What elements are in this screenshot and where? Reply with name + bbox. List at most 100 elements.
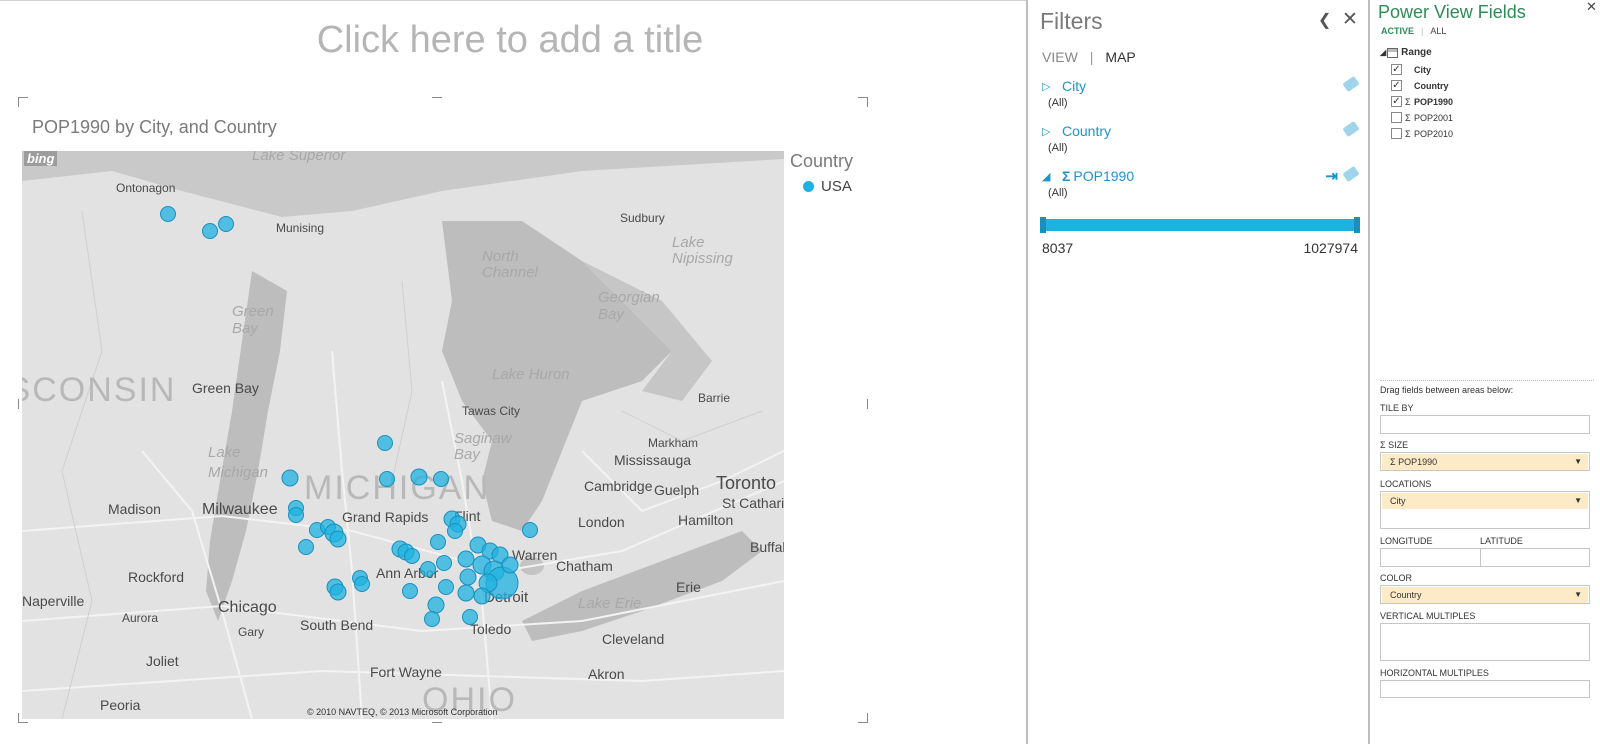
city-bubble[interactable]: [424, 611, 440, 627]
field-checkbox[interactable]: ✓: [1391, 80, 1402, 91]
size-field-chip[interactable]: Σ POP1990 ▼: [1382, 454, 1588, 470]
report-canvas: Click here to add a title POP1990 by Cit…: [0, 0, 1026, 744]
field-checkbox[interactable]: ✓: [1391, 64, 1402, 75]
field-name: POP1990: [1414, 96, 1454, 107]
sigma-icon: Σ: [1380, 440, 1389, 450]
city-bubble[interactable]: [420, 561, 436, 577]
city-bubble[interactable]: [501, 556, 519, 574]
tab-all[interactable]: ALL: [1430, 26, 1446, 36]
tile-by-drop-zone[interactable]: [1380, 415, 1590, 434]
city-bubble[interactable]: [404, 548, 420, 564]
filter-field-name[interactable]: Country: [1062, 123, 1111, 139]
tab-active[interactable]: ACTIVE: [1381, 26, 1414, 36]
range-slider[interactable]: [1040, 217, 1360, 233]
size-drop-zone[interactable]: Σ POP1990 ▼: [1380, 452, 1590, 471]
city-bubbles[interactable]: [22, 151, 784, 719]
city-bubble[interactable]: [288, 507, 304, 523]
advanced-filter-icon[interactable]: ⇥: [1325, 167, 1338, 185]
tab-map[interactable]: MAP: [1105, 49, 1135, 65]
field-row-pop1990[interactable]: ✓ Σ POP1990: [1391, 95, 1453, 108]
table-icon: [1387, 47, 1399, 58]
filter-field-name[interactable]: City: [1062, 78, 1086, 94]
city-bubble[interactable]: [436, 555, 452, 571]
range-max-handle[interactable]: [1354, 217, 1360, 233]
resize-handle-right[interactable]: [867, 399, 868, 409]
city-bubble[interactable]: [202, 223, 218, 239]
filters-pane: Filters ❮ ✕ VIEW | MAP ▷ City (All) ▷ Co…: [1026, 0, 1370, 744]
city-bubble[interactable]: [160, 206, 176, 222]
city-bubble[interactable]: [329, 530, 347, 548]
city-bubble[interactable]: [459, 568, 477, 586]
area-label-horizontal-multiples: HORIZONTAL MULTIPLES: [1380, 668, 1489, 678]
tab-separator: |: [1089, 49, 1094, 65]
city-bubble[interactable]: [430, 534, 446, 550]
report-title-placeholder[interactable]: Click here to add a title: [300, 19, 720, 62]
chevron-left-icon[interactable]: ❮: [1318, 10, 1331, 30]
legend-item[interactable]: USA: [790, 178, 866, 195]
field-row-pop2001[interactable]: Σ POP2001: [1391, 111, 1453, 124]
color-drop-zone[interactable]: Country ▼: [1380, 585, 1590, 604]
city-bubble[interactable]: [462, 609, 478, 625]
city-bubble[interactable]: [427, 596, 445, 614]
resize-handle-top-right[interactable]: [858, 97, 868, 107]
collapse-triangle-icon[interactable]: ◢: [1380, 48, 1386, 57]
filter-city[interactable]: ▷ City (All): [1042, 75, 1360, 109]
city-bubble[interactable]: [457, 584, 475, 602]
chevron-down-icon[interactable]: ▼: [1574, 587, 1582, 603]
horizontal-multiples-drop-zone[interactable]: [1380, 680, 1590, 698]
resize-handle-top-left[interactable]: [18, 97, 28, 107]
city-bubble[interactable]: [298, 539, 314, 555]
city-bubble[interactable]: [457, 550, 475, 568]
resize-handle-bottom[interactable]: [432, 722, 442, 723]
field-checkbox[interactable]: ✓: [1391, 96, 1402, 107]
resize-handle-left[interactable]: [18, 399, 19, 409]
city-bubble[interactable]: [447, 523, 463, 539]
filter-value: (All): [1048, 97, 1068, 109]
city-bubble[interactable]: [522, 522, 538, 538]
table-name: Range: [1401, 47, 1432, 58]
field-row-pop2010[interactable]: Σ POP2010: [1391, 127, 1453, 140]
city-bubble[interactable]: [281, 469, 299, 487]
drag-hint: Drag fields between areas below:: [1380, 385, 1514, 395]
area-label-locations: LOCATIONS: [1380, 479, 1432, 489]
city-bubble[interactable]: [473, 587, 491, 605]
locations-drop-zone[interactable]: City ▼: [1380, 491, 1590, 529]
expand-arrow-icon[interactable]: ▷: [1042, 125, 1054, 138]
close-icon[interactable]: ✕: [1586, 0, 1597, 15]
city-bubble[interactable]: [377, 435, 393, 451]
table-node-range[interactable]: ◢ Range: [1380, 47, 1432, 58]
tab-view[interactable]: VIEW: [1042, 49, 1078, 65]
chevron-down-icon[interactable]: ▼: [1574, 493, 1582, 509]
color-field-chip[interactable]: Country ▼: [1382, 587, 1588, 603]
collapse-arrow-icon[interactable]: ◢: [1042, 170, 1054, 183]
filter-pop1990[interactable]: ◢ Σ POP1990 (All) ⇥: [1042, 165, 1360, 199]
resize-handle-bottom-right[interactable]: [858, 713, 868, 723]
field-row-city[interactable]: ✓ City: [1391, 63, 1431, 76]
range-min-handle[interactable]: [1040, 217, 1046, 233]
expand-arrow-icon[interactable]: ▷: [1042, 80, 1054, 93]
field-checkbox[interactable]: [1391, 112, 1402, 123]
city-bubble[interactable]: [433, 471, 449, 487]
vertical-multiples-drop-zone[interactable]: [1380, 623, 1590, 661]
city-bubble[interactable]: [410, 468, 428, 486]
locations-field-chip[interactable]: City ▼: [1382, 493, 1588, 509]
city-bubble[interactable]: [354, 576, 370, 592]
resize-handle-top[interactable]: [432, 97, 442, 98]
latitude-drop-zone[interactable]: [1480, 548, 1590, 567]
bing-map[interactable]: Lake Superior Ontonagon Munising Sudbury…: [22, 151, 784, 719]
area-label-tile-by: TILE BY: [1380, 403, 1414, 413]
city-bubble[interactable]: [329, 583, 347, 601]
filter-country[interactable]: ▷ Country (All): [1042, 120, 1360, 154]
field-checkbox[interactable]: [1391, 128, 1402, 139]
city-bubble[interactable]: [438, 579, 454, 595]
city-bubble[interactable]: [402, 583, 418, 599]
map-legend: Country USA: [790, 151, 866, 195]
chevron-down-icon[interactable]: ▼: [1574, 454, 1582, 470]
longitude-drop-zone[interactable]: [1380, 548, 1488, 567]
close-icon[interactable]: ✕: [1342, 8, 1358, 31]
filter-field-name[interactable]: POP1990: [1073, 168, 1134, 184]
field-row-country[interactable]: ✓ Country: [1391, 79, 1449, 92]
city-bubble[interactable]: [218, 216, 234, 232]
map-visualization[interactable]: POP1990 by City, and Country Lake Superi…: [18, 97, 868, 723]
city-bubble[interactable]: [379, 471, 395, 487]
